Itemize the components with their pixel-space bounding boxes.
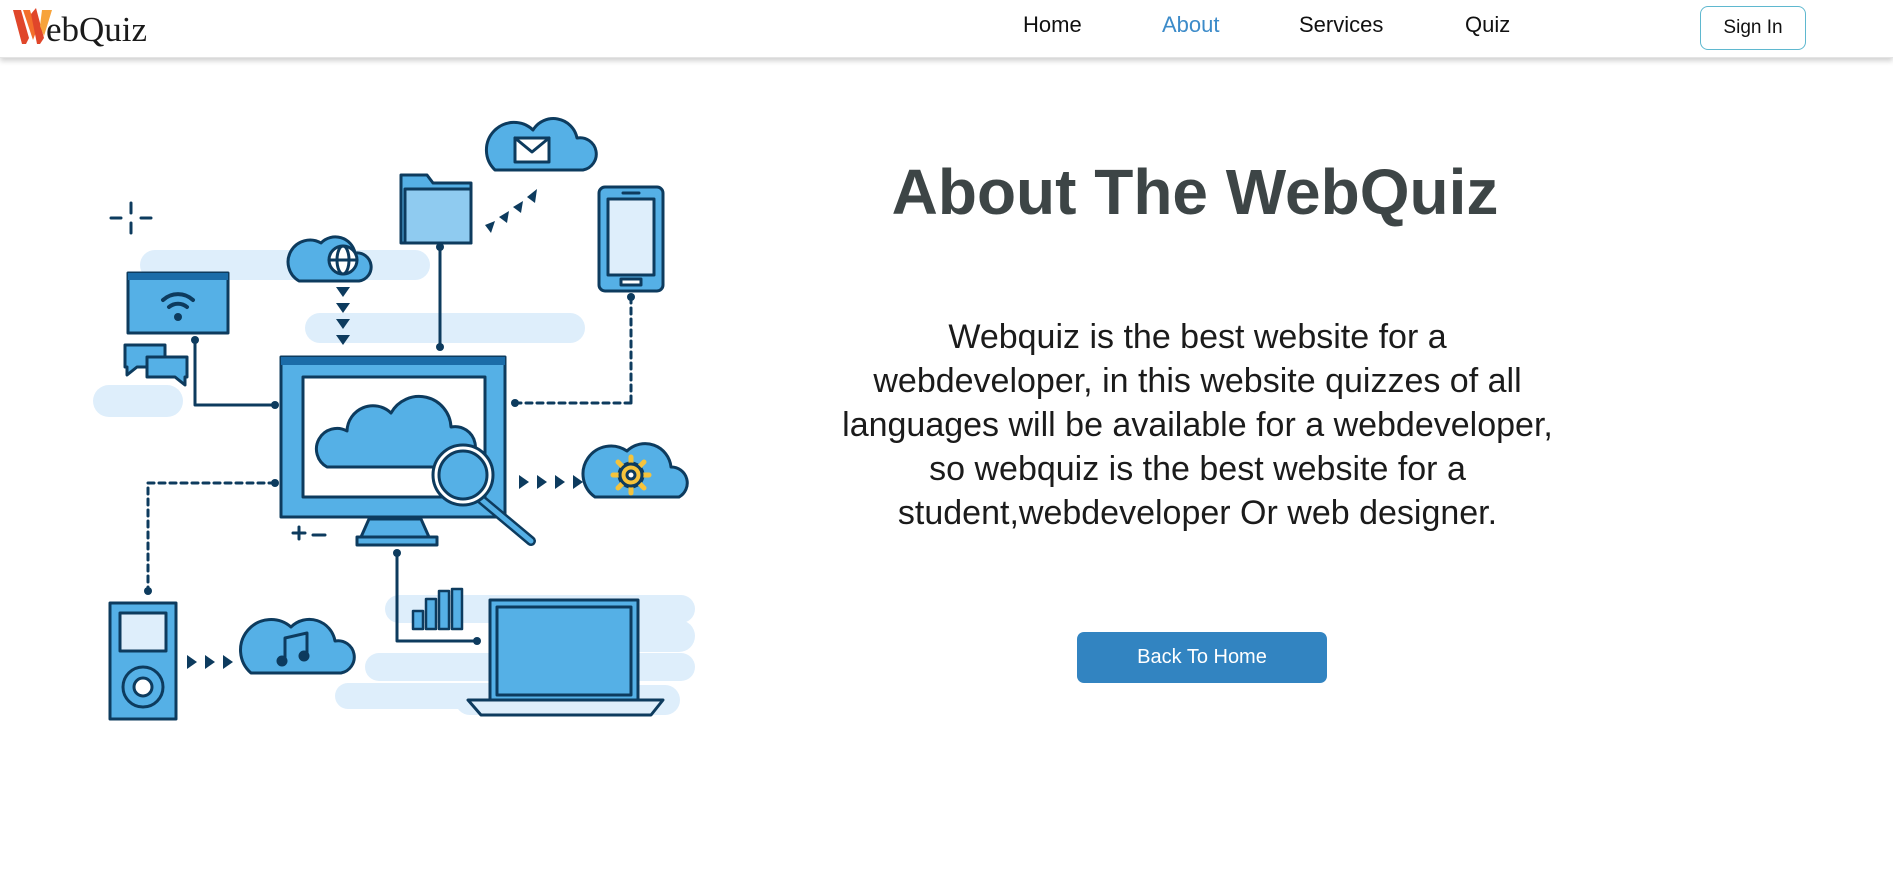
monitor-cloud-search-icon <box>279 355 536 547</box>
nav-about[interactable]: About <box>1162 12 1220 38</box>
nav-quiz[interactable]: Quiz <box>1465 12 1510 38</box>
cloud-network-illustration <box>93 117 695 721</box>
arrow-up-right-icon <box>485 189 537 233</box>
nav-home[interactable]: Home <box>1023 12 1082 38</box>
about-description: Webquiz is the best website for a webdev… <box>842 318 1553 532</box>
arrow-right-icon <box>519 475 583 489</box>
sparkle-icon <box>109 201 153 235</box>
laptop-icon <box>466 598 665 717</box>
music-cloud-icon <box>239 617 356 675</box>
navbar: ebQuiz Home About Services Quiz Sign In <box>0 0 1893 58</box>
folder-icon <box>399 173 473 245</box>
nav-links: Home About Services Quiz <box>0 12 1893 42</box>
globe-cloud-icon <box>286 235 373 283</box>
nav-services[interactable]: Services <box>1299 12 1383 38</box>
plus-minus-icon <box>291 525 327 541</box>
chat-icon <box>123 343 189 387</box>
page-title: About The WebQuiz <box>891 156 1499 228</box>
signin-button[interactable]: Sign In <box>1700 6 1806 50</box>
gear-cloud-icon <box>581 442 689 499</box>
mail-cloud-icon <box>484 117 598 172</box>
arrow-right-icon <box>187 655 233 669</box>
back-to-home-button[interactable]: Back To Home <box>1077 632 1327 683</box>
wifi-icon <box>126 271 230 335</box>
music-player-icon <box>108 601 178 721</box>
smartphone-icon <box>597 185 665 293</box>
